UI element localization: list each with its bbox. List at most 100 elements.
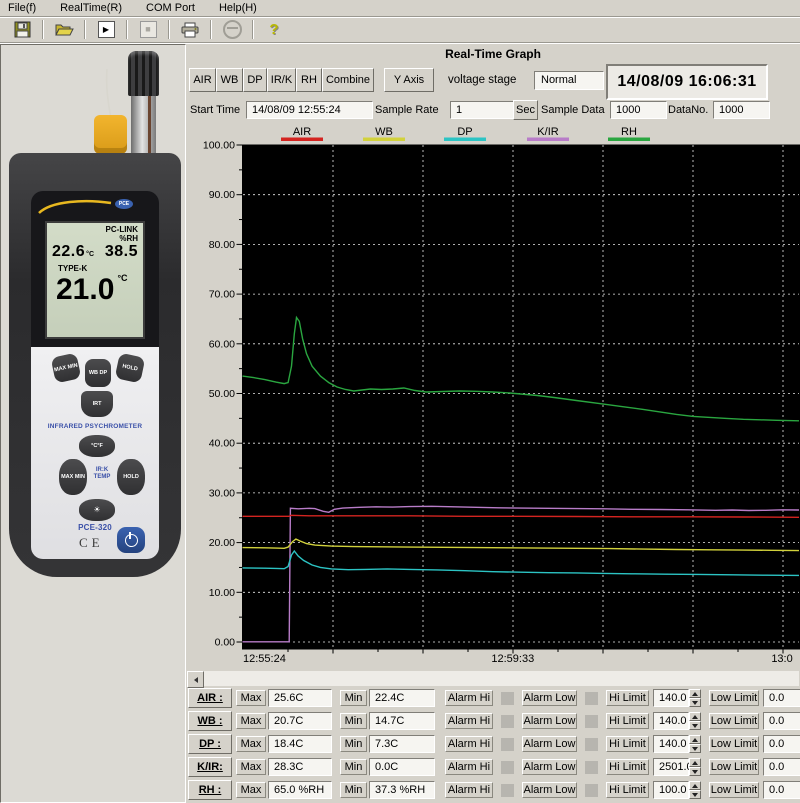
scroll-left-button[interactable] <box>187 671 204 688</box>
x-axis-label: 12:59:33 <box>491 653 534 665</box>
alarm-low-label: Alarm Low <box>522 713 577 729</box>
spin-up-button[interactable] <box>689 689 701 698</box>
arrow-down-icon <box>692 770 698 774</box>
menu-file[interactable]: File(f) <box>8 2 36 14</box>
low-limit-field[interactable]: 0.0 <box>763 758 800 776</box>
max-label: Max <box>236 690 266 706</box>
min-label: Min <box>340 690 367 706</box>
lcd-probe-type: TYPE-K <box>58 264 138 273</box>
alarm-low-indicator <box>585 784 598 797</box>
open-button[interactable] <box>50 19 78 40</box>
save-button[interactable] <box>8 19 36 40</box>
y-axis-label: 70.00 <box>209 289 235 301</box>
channel-wb-button[interactable]: WB <box>216 68 243 92</box>
low-limit-field[interactable]: 0.0 <box>763 689 800 707</box>
hi-limit-field[interactable]: 100.0 <box>653 781 689 799</box>
low-limit-label: Low Limit <box>709 736 759 752</box>
sample-data-field[interactable]: 1000 <box>610 101 667 119</box>
alarm-hi-indicator <box>501 761 514 774</box>
legend-label: WB <box>375 126 393 138</box>
menu-comport[interactable]: COM Port <box>146 2 195 14</box>
graph-panel: Real-Time Graph AIR WB DP IR/K RH Combin… <box>186 44 800 801</box>
channel-air-button[interactable]: AIR <box>189 68 216 92</box>
alarm-hi-label: Alarm Hi <box>445 713 493 729</box>
channel-irk-button[interactable]: IR/K <box>267 68 296 92</box>
low-limit-field[interactable]: 0.0 <box>763 712 800 730</box>
voltage-stage-field[interactable]: Normal <box>534 71 604 90</box>
spin-up-button[interactable] <box>689 758 701 767</box>
y-axis-label: 100.00 <box>203 140 235 152</box>
lcd-pclink: PC-LINK <box>52 225 138 234</box>
lcd-rh-unit: %RH <box>52 234 138 243</box>
arrow-up-icon <box>692 784 698 788</box>
spin-down-button[interactable] <box>689 721 701 730</box>
hi-limit-spinner: 2501.0 <box>653 758 701 776</box>
hi-limit-spinner: 140.0 <box>653 689 701 707</box>
spin-up-button[interactable] <box>689 735 701 744</box>
min-value: 0.0C <box>369 758 435 776</box>
low-limit-label: Low Limit <box>709 713 759 729</box>
humidity-probe-cap <box>128 51 159 96</box>
channel-combine-button[interactable]: Combine <box>322 68 374 92</box>
channel-row-button[interactable]: RH : <box>188 780 232 800</box>
spin-up-button[interactable] <box>689 712 701 721</box>
y-axis-label: 60.00 <box>209 338 235 350</box>
print-button[interactable] <box>176 19 204 40</box>
alarm-hi-label: Alarm Hi <box>445 759 493 775</box>
open-folder-icon <box>55 22 74 37</box>
arrow-up-icon <box>692 715 698 719</box>
hi-limit-field[interactable]: 140.0 <box>653 689 689 707</box>
table-row: WB : Max 20.7C Min 14.7C Alarm Hi Alarm … <box>188 711 800 731</box>
channel-dp-button[interactable]: DP <box>243 68 267 92</box>
alarm-low-indicator <box>585 692 598 705</box>
lcd-bezel: PCE PC-LINK %RH 22.6 °C 38.5 TYPE-K 21.0 <box>31 191 159 347</box>
thermocouple-plug <box>94 115 127 154</box>
sample-rate-field[interactable]: 1 <box>450 101 518 119</box>
spin-down-button[interactable] <box>689 698 701 707</box>
y-axis-button[interactable]: Y Axis <box>384 68 434 92</box>
spin-down-button[interactable] <box>689 767 701 776</box>
hi-limit-field[interactable]: 140.0 <box>653 735 689 753</box>
channel-row-button[interactable]: K/IR: <box>188 757 232 777</box>
low-limit-field[interactable]: 0.0 <box>763 735 800 753</box>
toolbar-separator <box>126 20 128 39</box>
x-axis-label: 13:0 <box>771 653 792 665</box>
data-no-field[interactable]: 1000 <box>713 101 770 119</box>
device-keypad: MAX MIN WB DP HOLD IRT INFRARED PSYCHROM… <box>31 347 159 559</box>
spin-up-button[interactable] <box>689 781 701 790</box>
readings-table: AIR : Max 25.6C Min 22.4C Alarm Hi Alarm… <box>188 688 800 801</box>
disconnect-button[interactable] <box>218 19 246 40</box>
legend-color-bar <box>363 138 405 142</box>
alarm-low-label: Alarm Low <box>522 782 577 798</box>
hi-limit-spinner: 100.0 <box>653 781 701 799</box>
spin-down-button[interactable] <box>689 790 701 799</box>
hi-limit-field[interactable]: 140.0 <box>653 712 689 730</box>
brand-swoosh <box>37 195 117 217</box>
hi-limit-field[interactable]: 2501.0 <box>653 758 689 776</box>
y-axis-label: 80.00 <box>209 239 235 251</box>
low-limit-field[interactable]: 0.0 <box>763 781 800 799</box>
table-row: DP : Max 18.4C Min 7.3C Alarm Hi Alarm L… <box>188 734 800 754</box>
low-limit-label: Low Limit <box>709 782 759 798</box>
spin-down-button[interactable] <box>689 744 701 753</box>
legend-label: RH <box>621 126 637 138</box>
channel-rh-button[interactable]: RH <box>296 68 322 92</box>
datetime-display: 14/08/09 16:06:31 <box>606 64 768 100</box>
graph-scrollbar[interactable] <box>187 671 799 686</box>
start-time-field[interactable]: 14/08/09 12:55:24 <box>246 101 373 119</box>
start-button[interactable]: ▶ <box>92 19 120 40</box>
toolbar-separator <box>210 20 212 39</box>
sec-button[interactable]: Sec <box>513 100 538 120</box>
device-maxmin-button: MAX MIN <box>51 353 82 384</box>
channel-row-button[interactable]: AIR : <box>188 688 232 708</box>
arrow-left-icon <box>194 677 198 683</box>
channel-row-button[interactable]: WB : <box>188 711 232 731</box>
y-axis-label: 0.00 <box>215 637 236 649</box>
arrow-down-icon <box>692 793 698 797</box>
channel-row-button[interactable]: DP : <box>188 734 232 754</box>
menu-realtime[interactable]: RealTime(R) <box>60 2 122 14</box>
legend-label: AIR <box>293 126 311 138</box>
help-button[interactable]: ? <box>260 19 288 40</box>
menu-help[interactable]: Help(H) <box>219 2 257 14</box>
stop-button[interactable]: ■ <box>134 19 162 40</box>
